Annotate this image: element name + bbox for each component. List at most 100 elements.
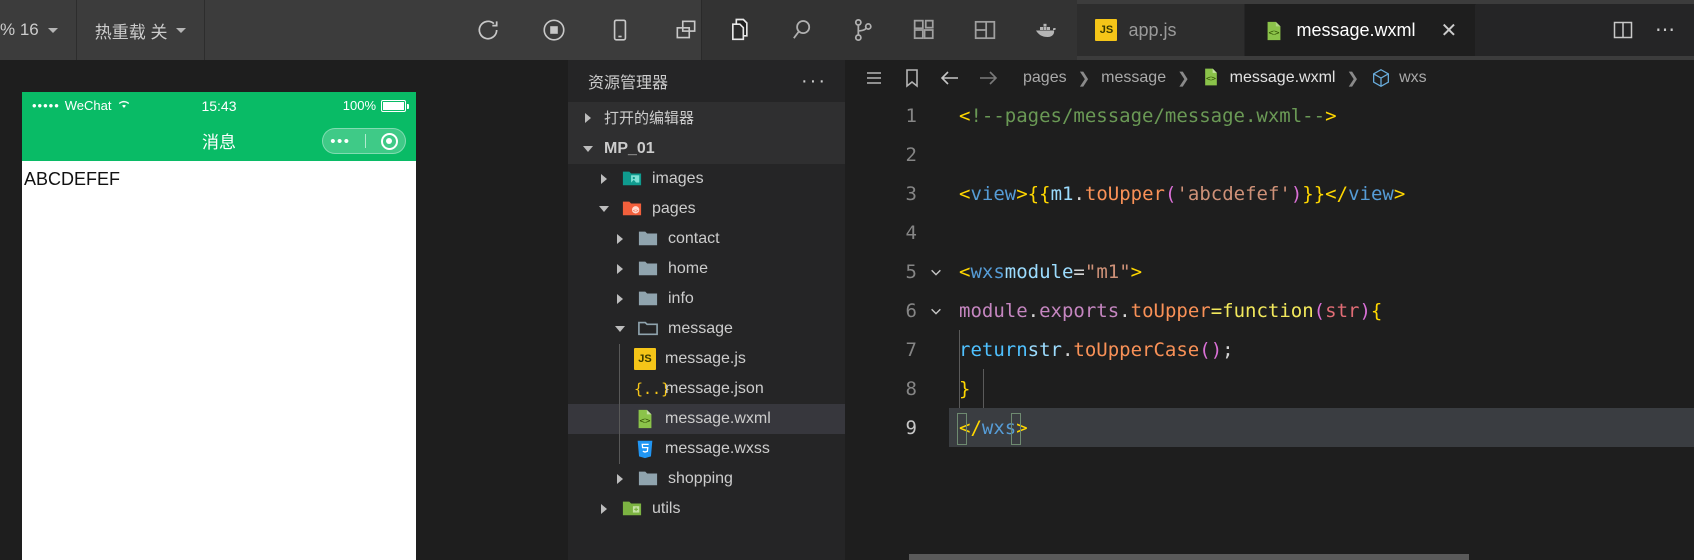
phone-simulator[interactable]: ••••• WeChat 15:43 100% 消息 ••• ABCDEFEF [22, 92, 416, 560]
chevron-down-icon [176, 27, 187, 33]
fold-chevron-down-icon[interactable] [923, 252, 949, 291]
module-cube-icon [1370, 67, 1392, 89]
close-icon[interactable]: ✕ [1441, 21, 1458, 41]
code-area[interactable]: 1 2 3 4 5 6 7 8 9 < !--pages/message/mes… [845, 96, 1694, 560]
tree-item-label: home [668, 260, 709, 277]
tree-item-contact[interactable]: contact [568, 224, 845, 254]
extensions-icon[interactable] [909, 15, 939, 45]
breadcrumb-label: message.wxml [1229, 69, 1336, 86]
chevron-down-icon [580, 141, 596, 157]
tree-item-utils[interactable]: utils [568, 494, 845, 524]
navigate-forward-icon[interactable] [973, 63, 1003, 93]
fold-chevron-down-icon[interactable] [923, 291, 949, 330]
line-number: 8 [905, 377, 917, 400]
tree-item-label: message [668, 320, 733, 337]
refresh-icon[interactable] [473, 15, 503, 45]
folder-icon [637, 468, 659, 490]
folder-icon [637, 228, 659, 250]
indent-guide [619, 374, 620, 404]
multi-window-icon[interactable] [671, 15, 701, 45]
tab-message-wxml[interactable]: <> message.wxml ✕ [1245, 4, 1477, 56]
wechat-capsule-button[interactable]: ••• [322, 128, 406, 154]
rendered-view-output: ABCDEFEF [24, 169, 121, 189]
breadcrumb-item-file[interactable]: <> message.wxml [1199, 67, 1338, 89]
search-icon[interactable] [787, 15, 817, 45]
nav-title: 消息 [202, 132, 236, 152]
tree-item-message-wxss[interactable]: message.wxss [568, 434, 845, 464]
tree-item-shopping[interactable]: shopping [568, 464, 845, 494]
tree-item-home[interactable]: home [568, 254, 845, 284]
top-toolbar: % 16 热重载 关 JS app.js <> message.wxml ✕ ⋯ [0, 0, 1694, 60]
breadcrumb-item-message[interactable]: message [1099, 69, 1168, 87]
explorer-more-icon[interactable]: ··· [801, 71, 827, 91]
section-open-editors[interactable]: 打开的编辑器 [568, 102, 845, 133]
svg-text:<>: <> [639, 416, 651, 427]
chevron-right-icon [580, 110, 596, 126]
selection-marker [1011, 413, 1021, 445]
mobile-preview-icon[interactable] [605, 15, 635, 45]
tab-label: message.wxml [1296, 20, 1416, 40]
folder-open-icon [637, 318, 659, 340]
tree-item-label: pages [652, 200, 696, 217]
breadcrumb-item-symbol-wxs[interactable]: wxs [1368, 67, 1429, 89]
close-circle-icon[interactable] [380, 132, 398, 150]
chevron-right-icon [596, 171, 612, 187]
tree-item-message-folder[interactable]: message [568, 314, 845, 344]
line-number: 6 [905, 299, 917, 322]
section-project-root[interactable]: MP_01 [568, 133, 845, 164]
tab-app-js[interactable]: JS app.js [1077, 4, 1246, 56]
tree-item-message-js[interactable]: JS message.js [568, 344, 845, 374]
layout-icon[interactable] [970, 15, 1000, 45]
code-line-6: module. exports. toUpper = function (str) … [959, 299, 1383, 322]
hot-reload-selector[interactable]: 热重载 关 [77, 0, 205, 60]
more-actions-icon[interactable]: ⋯ [1652, 17, 1678, 43]
tree-item-label: info [668, 290, 694, 307]
chevron-down-icon [612, 321, 628, 337]
breadcrumb-separator: ❯ [1077, 70, 1091, 87]
horizontal-scrollbar[interactable] [845, 554, 1694, 560]
indent-guide [619, 344, 620, 374]
tree-item-message-wxml[interactable]: <> message.wxml [568, 404, 845, 434]
images-folder-icon [621, 168, 643, 190]
line-number-gutter: 1 2 3 4 5 6 7 8 9 [845, 96, 923, 560]
fold-gutter [923, 96, 949, 560]
zoom-level-selector[interactable]: % 16 [0, 0, 76, 60]
bookmark-icon[interactable] [897, 63, 927, 93]
outline-list-icon[interactable] [859, 63, 889, 93]
stop-record-icon[interactable] [539, 15, 569, 45]
main-body: ••••• WeChat 15:43 100% 消息 ••• ABCDEFEF … [0, 60, 1694, 560]
wxml-file-icon: <> [634, 408, 656, 430]
breadcrumb-item-pages[interactable]: pages [1021, 69, 1069, 87]
split-editor-icon[interactable] [1610, 17, 1636, 43]
vscode-window: % 16 热重载 关 JS app.js <> message.wxml ✕ ⋯… [0, 0, 1694, 560]
chevron-right-icon [612, 231, 628, 247]
line-number: 5 [905, 260, 917, 283]
docker-icon[interactable] [1031, 15, 1061, 45]
folder-icon [637, 258, 659, 280]
tree-item-message-json[interactable]: {..} message.json [568, 374, 845, 404]
more-actions-glyph: ⋯ [1655, 19, 1675, 41]
folder-icon [637, 288, 659, 310]
capsule-divider [365, 134, 367, 148]
breadcrumb-label: message [1101, 69, 1167, 86]
code-lines[interactable]: < !--pages/message/message.wxml-- > < view >… [949, 96, 1694, 560]
svg-text:<>: <> [633, 209, 639, 214]
source-control-icon[interactable] [848, 15, 878, 45]
wxml-file-icon: <> [1201, 67, 1223, 89]
navigate-back-icon[interactable] [935, 63, 965, 93]
tree-item-pages[interactable]: <> pages [568, 194, 845, 224]
js-file-icon: JS [1095, 19, 1118, 41]
line-number: 1 [905, 104, 917, 127]
tree-item-images[interactable]: images [568, 164, 845, 194]
indent-guide [619, 404, 620, 434]
explorer-icon[interactable] [726, 15, 756, 45]
activity-bar [701, 0, 1078, 60]
tree-item-info[interactable]: info [568, 284, 845, 314]
chevron-right-icon [596, 501, 612, 517]
chevron-down-icon [47, 27, 58, 33]
toolbar-divider [204, 0, 206, 60]
chevron-right-icon [612, 471, 628, 487]
